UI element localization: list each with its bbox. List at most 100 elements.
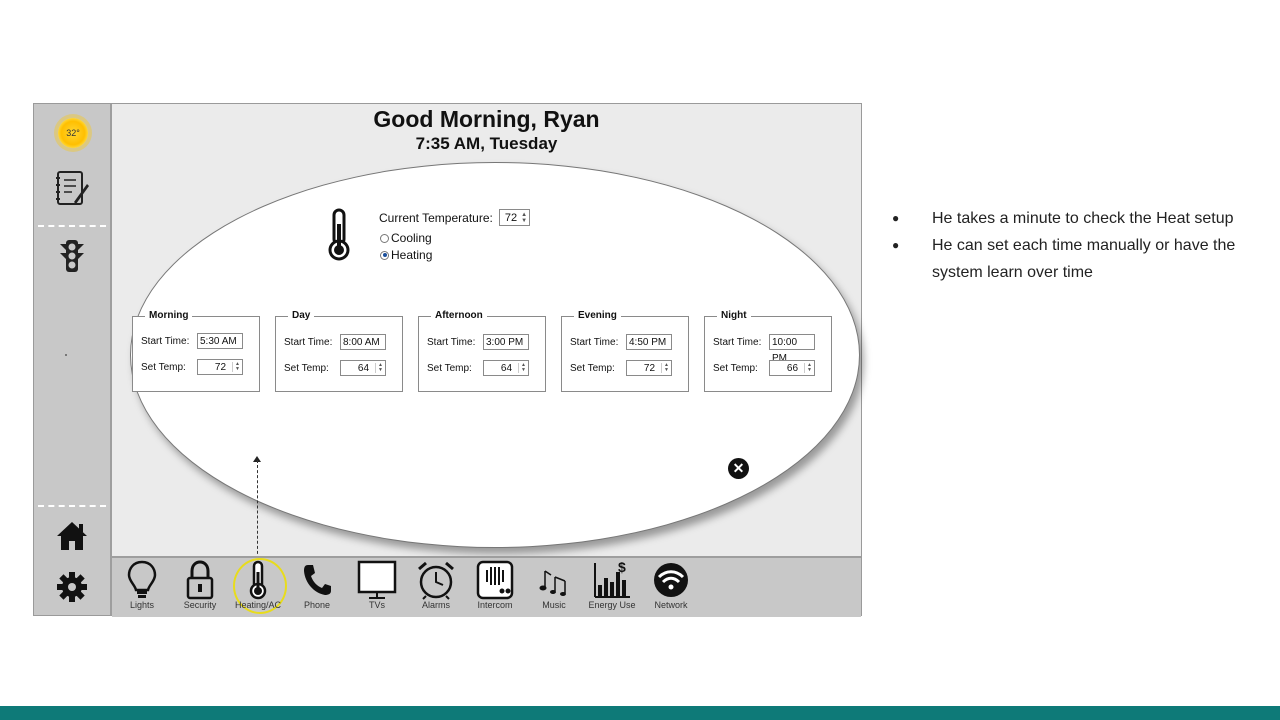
nav-label: Heating/AC	[234, 600, 282, 610]
stepper-arrows-icon[interactable]: ▲ ▼	[375, 363, 383, 373]
lock-icon	[172, 560, 228, 600]
radio-button-icon[interactable]	[380, 233, 389, 243]
heating-label: Heating	[391, 248, 433, 262]
set-temp-stepper[interactable]: 72 ▲ ▼	[626, 360, 672, 376]
set-temp-label: Set Temp:	[141, 361, 186, 373]
home-icon[interactable]	[52, 516, 92, 556]
start-time-input[interactable]: 8:00 AM	[340, 334, 386, 350]
stepper-arrows-icon[interactable]: ▲ ▼	[804, 363, 812, 373]
traffic-light-icon[interactable]	[52, 237, 92, 277]
left-sidebar: 32°	[34, 104, 112, 615]
notes-bullet-list: ● He takes a minute to check the Heat set…	[888, 205, 1258, 286]
main-area: Good Morning, Ryan 7:35 AM, Tuesday Curr…	[112, 104, 861, 564]
start-time-label: Start Time:	[141, 335, 190, 347]
nav-label: Intercom	[477, 600, 513, 610]
svg-text:$: $	[618, 560, 626, 575]
bullet-item: ● He takes a minute to check the Heat set…	[888, 205, 1258, 232]
footer-accent-bar	[0, 706, 1280, 720]
start-time-label: Start Time:	[427, 336, 476, 348]
phone-icon	[289, 560, 345, 600]
nav-item-heating-ac[interactable]: Heating/AC	[230, 560, 286, 610]
stepper-arrows-icon[interactable]: ▲ ▼	[232, 362, 240, 372]
sidebar-dot	[65, 354, 67, 356]
nav-item-phone[interactable]: Phone	[289, 560, 345, 610]
period-box-day: Day Start Time: 8:00 AM Set Temp: 64 ▲ ▼	[275, 310, 403, 392]
set-temp-stepper[interactable]: 64 ▲ ▼	[340, 360, 386, 376]
nav-item-lights[interactable]: Lights	[114, 560, 170, 610]
set-temp-value: 64	[500, 362, 513, 374]
stepper-arrows-icon[interactable]: ▲ ▼	[518, 363, 526, 373]
period-name: Evening	[574, 310, 621, 321]
radio-button-selected-icon[interactable]	[380, 250, 389, 260]
energy-chart-icon: $	[584, 560, 640, 600]
thermometer-icon	[230, 560, 286, 600]
pointer-arrow-line	[257, 460, 258, 564]
period-box-afternoon: Afternoon Start Time: 3:00 PM Set Temp: 64…	[418, 310, 546, 392]
nav-label: Energy Use	[588, 600, 636, 610]
start-time-label: Start Time:	[284, 336, 333, 348]
nav-label: Lights	[129, 600, 155, 610]
set-temp-stepper[interactable]: 64 ▲ ▼	[483, 360, 529, 376]
cooling-radio[interactable]: Cooling	[380, 231, 432, 245]
nav-item-intercom[interactable]: Intercom	[467, 560, 523, 610]
nav-item-network[interactable]: Network	[643, 560, 699, 610]
nav-item-alarms[interactable]: Alarms	[408, 560, 464, 610]
period-name: Night	[717, 310, 751, 321]
nav-item-energy-use[interactable]: $ Energy Use	[584, 560, 640, 610]
nav-label: Phone	[303, 600, 331, 610]
close-icon[interactable]: ✕	[728, 458, 749, 479]
notes-checklist-icon[interactable]	[52, 168, 92, 208]
smart-home-mockup: 32° Good Morning, Ryan 7:35 AM, Tuesday …	[33, 103, 862, 617]
nav-label: Music	[542, 600, 566, 610]
current-temp-value: 72	[504, 211, 518, 224]
set-temp-value: 64	[357, 362, 370, 374]
bullet-item: ● He can set each time manually or have t…	[888, 232, 1258, 286]
set-temp-label: Set Temp:	[427, 362, 472, 374]
time-day-label: 7:35 AM, Tuesday	[415, 134, 558, 153]
intercom-icon	[467, 560, 523, 600]
period-name: Day	[288, 310, 315, 321]
heating-radio[interactable]: Heating	[380, 248, 432, 262]
alarm-clock-icon	[408, 560, 464, 600]
tv-icon	[349, 560, 405, 600]
set-temp-label: Set Temp:	[570, 362, 615, 374]
nav-item-security[interactable]: Security	[172, 560, 228, 610]
period-name: Afternoon	[431, 310, 487, 321]
music-note-icon	[526, 560, 582, 600]
start-time-input[interactable]: 3:00 PM	[483, 334, 529, 350]
set-temp-value: 72	[214, 361, 227, 373]
nav-label: Alarms	[421, 600, 450, 610]
bottom-nav-bar: Lights Security Heating/AC Phone TVs Ala…	[112, 556, 861, 617]
bullet-dot-icon: ●	[892, 238, 900, 252]
stepper-arrows-icon[interactable]: ▲ ▼	[661, 363, 669, 373]
period-box-morning: Morning Start Time: 5:30 AM Set Temp: 72 ▲ ▼	[132, 310, 260, 392]
period-box-night: Night Start Time: 10:00 PM Set Temp: 66 ▲ ▼	[704, 310, 832, 392]
gear-icon[interactable]	[52, 567, 92, 607]
sidebar-divider	[38, 225, 106, 227]
start-time-input[interactable]: 10:00 PM	[769, 334, 815, 364]
start-time-input[interactable]: 4:50 PM	[626, 334, 672, 350]
start-time-input[interactable]: 5:30 AM	[197, 333, 243, 349]
sun-weather-icon[interactable]: 32°	[58, 118, 88, 148]
start-time-label: Start Time:	[570, 336, 619, 348]
bullet-text: He takes a minute to check the Heat setu…	[932, 210, 1234, 227]
set-temp-label: Set Temp:	[284, 362, 329, 374]
thermometer-icon	[322, 208, 356, 267]
sidebar-divider-bottom	[38, 505, 106, 507]
current-temp-label: Current Temperature:	[379, 210, 493, 225]
lightbulb-icon	[114, 560, 170, 600]
set-temp-stepper[interactable]: 66 ▲ ▼	[769, 360, 815, 376]
nav-item-tvs[interactable]: TVs	[349, 560, 405, 610]
start-time-label: Start Time:	[713, 336, 762, 348]
current-temp-stepper[interactable]: 72 ▲ ▼	[498, 209, 531, 226]
weather-temp: 32°	[66, 128, 80, 138]
bullet-text: He can set each time manually or have th…	[932, 237, 1236, 281]
nav-item-music[interactable]: Music	[526, 560, 582, 610]
stepper-arrows-icon[interactable]: ▲ ▼	[521, 212, 527, 224]
set-temp-stepper[interactable]: 72 ▲ ▼	[197, 359, 243, 375]
set-temp-value: 72	[643, 362, 656, 374]
set-temp-value: 66	[786, 362, 799, 374]
greeting-title: Good Morning, Ryan	[373, 106, 600, 132]
cooling-label: Cooling	[391, 231, 432, 245]
bullet-dot-icon: ●	[892, 211, 900, 225]
